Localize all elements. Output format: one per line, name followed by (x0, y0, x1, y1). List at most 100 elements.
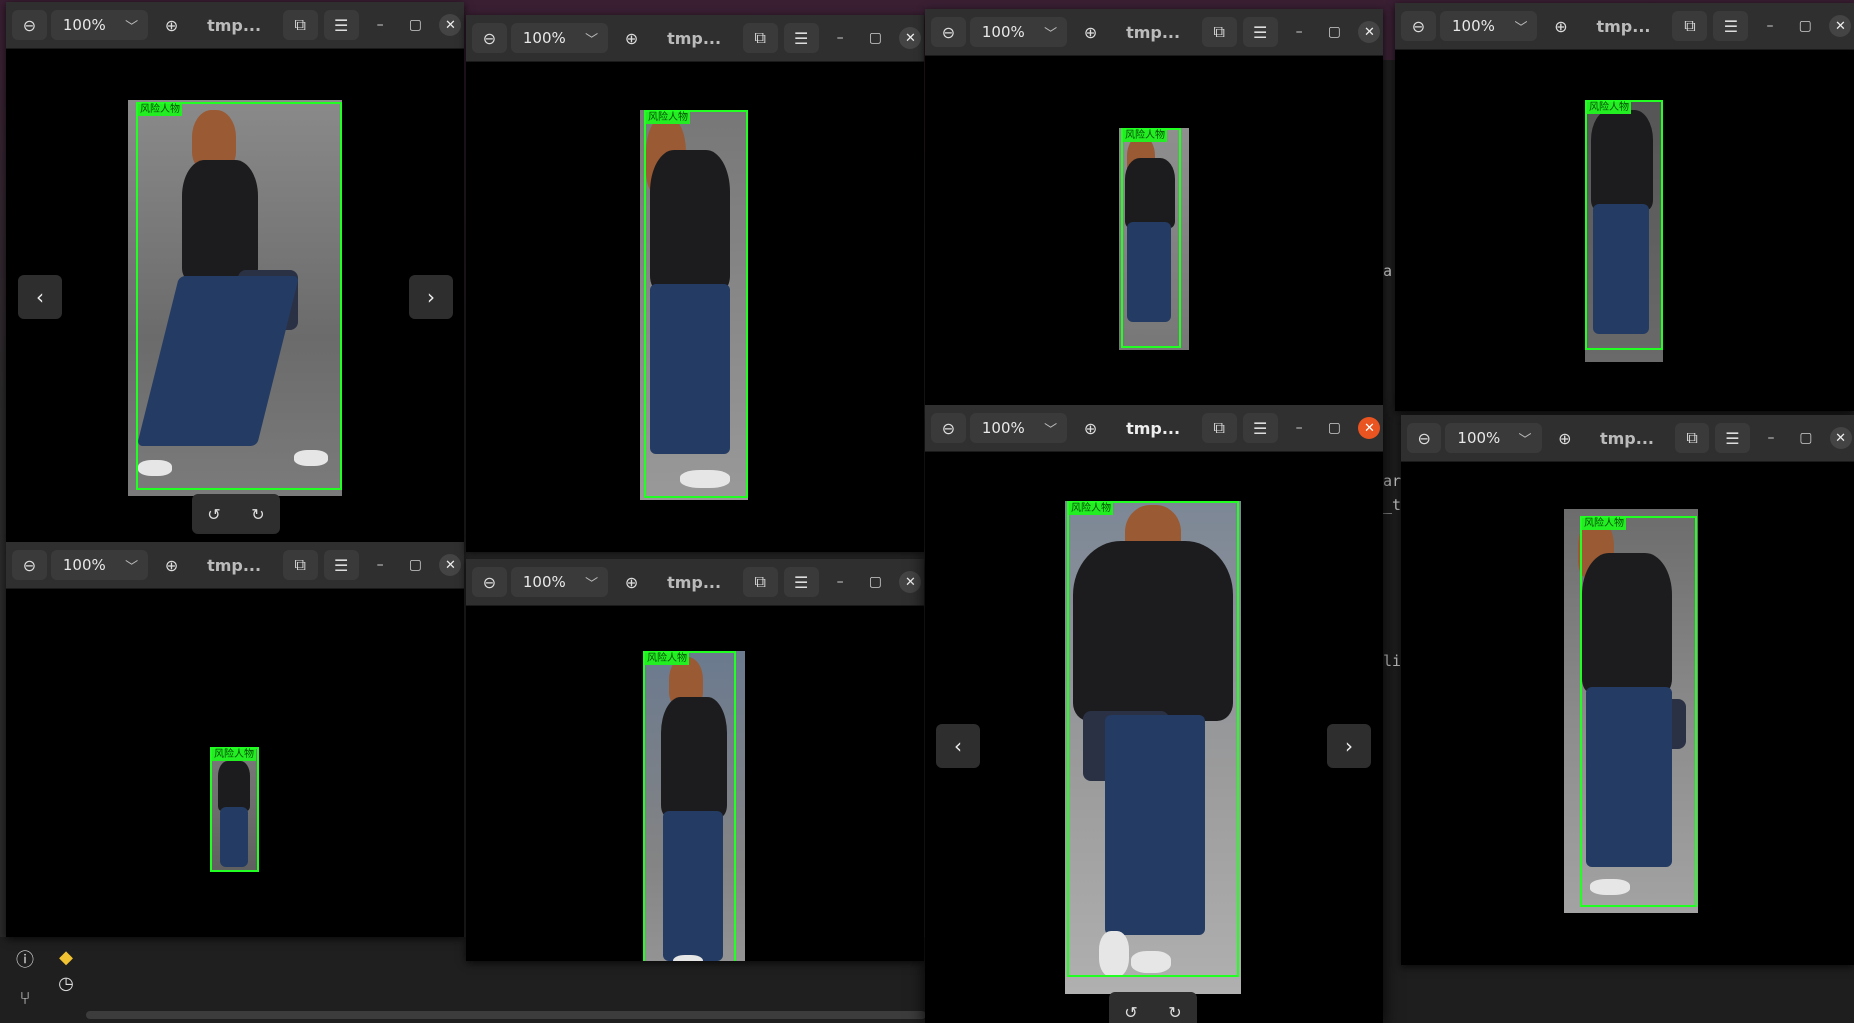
image-canvas[interactable]: 风险人物 (925, 56, 1383, 405)
zoom-out-icon[interactable]: ⊖ (12, 10, 47, 40)
zoom-out-icon[interactable]: ⊖ (1407, 423, 1442, 453)
maximize-icon[interactable]: ▢ (862, 24, 889, 52)
zoom-out-icon[interactable]: ⊖ (472, 567, 507, 597)
maximize-icon[interactable]: ▢ (1321, 414, 1348, 442)
next-image-button[interactable]: › (409, 275, 453, 319)
maximize-icon[interactable]: ▢ (402, 11, 429, 39)
maximize-icon[interactable]: ▢ (1792, 12, 1819, 40)
maximize-icon[interactable]: ▢ (862, 568, 889, 596)
image-canvas[interactable]: 风险人物 (466, 62, 924, 552)
menu-icon[interactable]: ☰ (1715, 423, 1750, 453)
image-canvas[interactable]: 风险人物 (1401, 462, 1854, 965)
zoom-in-icon[interactable]: ⊕ (1073, 17, 1108, 47)
rotate-left-icon[interactable]: ↺ (192, 494, 236, 534)
rotate-left-icon[interactable]: ↺ (1109, 992, 1153, 1023)
minimize-icon[interactable]: – (1758, 424, 1785, 452)
close-button[interactable]: ✕ (437, 11, 464, 39)
viewer-titlebar[interactable]: ⊖ 100% ﹀ ⊕ tmp... ⧉ ☰ – ▢ ✕ (466, 15, 924, 62)
zoom-out-icon[interactable]: ⊖ (472, 23, 507, 53)
close-button[interactable]: ✕ (897, 24, 924, 52)
image-canvas[interactable]: 风险人物 (6, 589, 464, 937)
image-canvas[interactable]: 风险人物 ‹ › ↺ ↻ (6, 49, 464, 542)
zoom-out-icon[interactable]: ⊖ (931, 17, 966, 47)
menu-icon[interactable]: ☰ (323, 550, 359, 580)
menu-icon[interactable]: ☰ (783, 23, 819, 53)
viewer-titlebar[interactable]: ⊖ 100% ﹀ ⊕ tmp... ⧉ ☰ – ▢ ✕ (925, 9, 1383, 56)
maximize-icon[interactable]: ▢ (402, 551, 429, 579)
image-viewer-window-focused[interactable]: ⊖ 100% ﹀ ⊕ tmp... ⧉ ☰ – ▢ ✕ 风险人物 ‹ › ↺ ↻ (925, 405, 1383, 1023)
menu-icon[interactable]: ☰ (1242, 17, 1278, 47)
menu-icon[interactable]: ☰ (323, 10, 359, 40)
zoom-in-icon[interactable]: ⊕ (1548, 423, 1582, 453)
branch-icon[interactable]: ⑂ (14, 988, 36, 1010)
zoom-level-dropdown[interactable]: 100% ﹀ (1439, 11, 1538, 41)
minimize-icon[interactable]: – (1286, 18, 1313, 46)
minimize-icon[interactable]: – (827, 568, 854, 596)
overview-icon[interactable]: ⧉ (1672, 11, 1708, 41)
ide-horizontal-scrollbar[interactable] (86, 1011, 926, 1019)
rotate-right-icon[interactable]: ↻ (1153, 992, 1197, 1023)
overview-icon[interactable]: ⧉ (282, 10, 318, 40)
overview-icon[interactable]: ⧉ (1201, 413, 1237, 443)
problems-icon[interactable]: ⓘ (14, 950, 36, 972)
rotate-right-icon[interactable]: ↻ (236, 494, 280, 534)
zoom-level-dropdown[interactable]: 100% ﹀ (510, 567, 609, 597)
viewer-titlebar[interactable]: ⊖ 100% ﹀ ⊕ tmp... ⧉ ☰ – ▢ ✕ (466, 559, 924, 606)
viewer-titlebar[interactable]: ⊖ 100% ﹀ ⊕ tmp... ⧉ ☰ – ▢ ✕ (1395, 3, 1854, 50)
previous-image-button[interactable]: ‹ (18, 275, 62, 319)
overview-icon[interactable]: ⧉ (742, 567, 778, 597)
zoom-out-icon[interactable]: ⊖ (1401, 11, 1436, 41)
overview-icon[interactable]: ⧉ (282, 550, 318, 580)
minimize-icon[interactable]: – (827, 24, 854, 52)
close-button[interactable]: ✕ (1356, 414, 1383, 442)
image-viewer-window[interactable]: ⊖ 100% ﹀ ⊕ tmp... ⧉ ☰ – ▢ ✕ 风险人物 (466, 15, 924, 552)
clock-icon[interactable]: ◷ (55, 973, 77, 995)
zoom-level-dropdown[interactable]: 100% ﹀ (969, 17, 1068, 47)
maximize-icon[interactable]: ▢ (1792, 424, 1819, 452)
overview-icon[interactable]: ⧉ (742, 23, 778, 53)
close-button[interactable]: ✕ (1827, 12, 1854, 40)
zoom-out-icon[interactable]: ⊖ (12, 550, 47, 580)
zoom-in-icon[interactable]: ⊕ (1073, 413, 1108, 443)
viewer-titlebar[interactable]: ⊖ 100% ﹀ ⊕ tmp... ⧉ ☰ – ▢ ✕ (925, 405, 1383, 452)
close-button[interactable]: ✕ (1356, 18, 1383, 46)
minimize-icon[interactable]: – (1286, 414, 1313, 442)
image-canvas[interactable]: 风险人物 (466, 606, 924, 961)
close-button[interactable]: ✕ (437, 551, 464, 579)
zoom-level-dropdown[interactable]: 100% ﹀ (969, 413, 1068, 443)
zoom-in-icon[interactable]: ⊕ (1543, 11, 1578, 41)
zoom-level-dropdown[interactable]: 100% ﹀ (50, 10, 149, 40)
python-icon[interactable]: ◆ (55, 947, 77, 969)
image-viewer-window[interactable]: ⊖ 100% ﹀ ⊕ tmp... ⧉ ☰ – ▢ ✕ 风险人物 (1395, 3, 1854, 411)
minimize-icon[interactable]: – (1756, 12, 1783, 40)
zoom-in-icon[interactable]: ⊕ (154, 10, 189, 40)
close-button[interactable]: ✕ (897, 568, 924, 596)
image-canvas[interactable]: 风险人物 (1395, 50, 1854, 411)
zoom-in-icon[interactable]: ⊕ (614, 567, 649, 597)
overview-icon[interactable]: ⧉ (1674, 423, 1710, 453)
zoom-level-dropdown[interactable]: 100% ﹀ (50, 550, 149, 580)
image-viewer-window[interactable]: ⊖ 100% ﹀ ⊕ tmp... ⧉ ☰ – ▢ ✕ 风险人物 (6, 542, 464, 937)
viewer-titlebar[interactable]: ⊖ 100% ﹀ ⊕ tmp... ⧉ ☰ – ▢ ✕ (6, 542, 464, 589)
menu-icon[interactable]: ☰ (783, 567, 819, 597)
zoom-level-dropdown[interactable]: 100% ﹀ (510, 23, 609, 53)
image-viewer-window[interactable]: ⊖ 100% ﹀ ⊕ tmp... ⧉ ☰ – ▢ ✕ 风险人物 ‹ › ↺ ↻ (6, 2, 464, 542)
minimize-icon[interactable]: – (367, 551, 394, 579)
next-image-button[interactable]: › (1327, 724, 1371, 768)
maximize-icon[interactable]: ▢ (1321, 18, 1348, 46)
image-viewer-window[interactable]: ⊖ 100% ﹀ ⊕ tmp... ⧉ ☰ – ▢ ✕ 风险人物 (925, 9, 1383, 405)
zoom-level-dropdown[interactable]: 100% ﹀ (1445, 423, 1542, 453)
zoom-in-icon[interactable]: ⊕ (154, 550, 189, 580)
minimize-icon[interactable]: – (367, 11, 394, 39)
viewer-titlebar[interactable]: ⊖ 100% ﹀ ⊕ tmp... ⧉ ☰ – ▢ ✕ (1401, 415, 1854, 462)
close-button[interactable]: ✕ (1827, 424, 1854, 452)
zoom-out-icon[interactable]: ⊖ (931, 413, 966, 443)
menu-icon[interactable]: ☰ (1713, 11, 1749, 41)
viewer-titlebar[interactable]: ⊖ 100% ﹀ ⊕ tmp... ⧉ ☰ – ▢ ✕ (6, 2, 464, 49)
zoom-in-icon[interactable]: ⊕ (614, 23, 649, 53)
image-viewer-window[interactable]: ⊖ 100% ﹀ ⊕ tmp... ⧉ ☰ – ▢ ✕ 风险人物 (466, 559, 924, 961)
image-canvas[interactable]: 风险人物 ‹ › ↺ ↻ (925, 452, 1383, 1023)
image-viewer-window[interactable]: ⊖ 100% ﹀ ⊕ tmp... ⧉ ☰ – ▢ ✕ 风险人物 (1401, 415, 1854, 965)
menu-icon[interactable]: ☰ (1242, 413, 1278, 443)
previous-image-button[interactable]: ‹ (936, 724, 980, 768)
